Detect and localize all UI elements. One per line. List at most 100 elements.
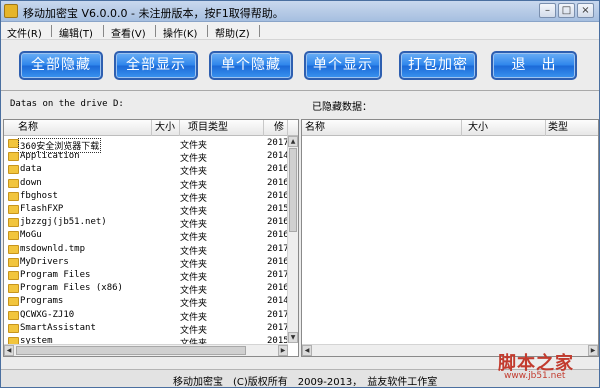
hide-all-button[interactable]: 全部隐藏: [19, 51, 103, 80]
file-row[interactable]: Program Files 文件夹 2017-: [4, 269, 294, 283]
hidden-column-type[interactable]: 类型: [546, 120, 598, 136]
menu-separator: [155, 25, 156, 37]
file-name: FlashFXP: [20, 204, 64, 214]
window-title: 移动加密宝 V6.0.0.0 - 未注册版本，按F1取得帮助。: [23, 7, 284, 20]
file-name: Program Files: [20, 270, 91, 280]
folder-icon: [8, 257, 19, 267]
watermark-url: www.jb51.net: [504, 371, 566, 381]
file-row[interactable]: Program Files (x86) 文件夹 2016-: [4, 282, 294, 297]
file-name: Program Files (x86): [20, 283, 123, 294]
exit-button[interactable]: 退 出: [491, 51, 577, 80]
file-row[interactable]: down 文件夹 2016-: [4, 177, 294, 191]
file-type: 文件夹: [180, 220, 208, 231]
menu-edit[interactable]: 编辑(T): [59, 25, 93, 40]
file-row[interactable]: Programs 文件夹 2014-: [4, 295, 294, 310]
menu-separator: [207, 25, 208, 37]
file-type: 文件夹: [180, 273, 208, 283]
menu-separator: [51, 25, 52, 37]
file-name: MoGu: [20, 230, 42, 241]
file-row[interactable]: FlashFXP 文件夹 2015-: [4, 203, 294, 217]
file-type: 文件夹: [180, 299, 208, 310]
hidden-column-name[interactable]: 名称: [302, 120, 462, 136]
file-type: 文件夹: [180, 180, 208, 191]
scroll-up-arrow-icon[interactable]: ▲: [288, 136, 298, 147]
toolbar-divider: [1, 90, 599, 91]
file-type: 文件夹: [180, 193, 208, 204]
folder-icon: [8, 244, 19, 254]
file-list-vertical-scrollbar[interactable]: ▲ ▼: [287, 136, 298, 343]
hidden-column-size[interactable]: 大小: [462, 120, 546, 136]
file-type: 文件夹: [180, 154, 208, 165]
file-type: 文件夹: [180, 325, 208, 336]
title-bar[interactable]: 移动加密宝 V6.0.0.0 - 未注册版本，按F1取得帮助。 – □ ×: [1, 1, 599, 22]
folder-icon: [8, 205, 19, 214]
folder-icon: [8, 218, 19, 228]
scroll-left-arrow-icon[interactable]: ◀: [4, 345, 14, 356]
site-watermark: 脚本之家 www.jb51.net: [496, 349, 596, 385]
scroll-thumb[interactable]: [289, 148, 297, 232]
hide-single-button[interactable]: 单个隐藏: [209, 51, 293, 80]
show-single-button[interactable]: 单个显示: [304, 51, 382, 80]
folder-icon: [8, 165, 19, 175]
file-row[interactable]: Application 文件夹 2014-: [4, 150, 294, 165]
file-row[interactable]: QCWXG-ZJ10 文件夹 2017-: [4, 309, 294, 323]
status-text: 移动加密宝 (C)版权所有 2009-2013， 益友软件工作室: [173, 377, 438, 388]
scroll-right-arrow-icon[interactable]: ▶: [278, 345, 288, 356]
hidden-data-list[interactable]: 名称 大小 类型 ◀ ▶: [301, 119, 599, 357]
file-type: 文件夹: [180, 233, 208, 244]
folder-icon: [8, 231, 19, 241]
file-row[interactable]: MoGu 文件夹 2016-: [4, 229, 294, 244]
file-type: 文件夹: [180, 207, 208, 217]
menu-operate[interactable]: 操作(K): [163, 25, 197, 40]
menu-file[interactable]: 文件(R): [7, 25, 42, 40]
file-list-header: 名称 大小 项目类型 修: [4, 120, 298, 136]
folder-icon: [8, 297, 19, 307]
horizontal-scroll-thumb[interactable]: [16, 346, 246, 355]
folder-icon: [8, 271, 19, 280]
app-window: 移动加密宝 V6.0.0.0 - 未注册版本，按F1取得帮助。 – □ × 文件…: [0, 0, 600, 388]
pack-encrypt-button[interactable]: 打包加密: [399, 51, 477, 80]
file-type: 文件夹: [180, 141, 208, 151]
file-name: SmartAssistant: [20, 322, 96, 333]
file-name: Application: [20, 151, 80, 162]
drive-label: Datas on the drive D:: [10, 99, 124, 109]
file-row[interactable]: fbghost 文件夹 2016-: [4, 190, 294, 204]
column-name[interactable]: 名称: [4, 120, 152, 136]
file-name: QCWXG-ZJ10: [20, 309, 75, 320]
file-name: msdownld.tmp: [20, 243, 86, 254]
file-name: down: [20, 177, 42, 188]
file-name: fbghost: [20, 190, 58, 201]
menu-separator: [103, 25, 104, 37]
column-type[interactable]: 项目类型: [180, 120, 264, 136]
hidden-data-label: 已隐藏数据：: [312, 102, 372, 113]
column-modified[interactable]: 修: [264, 120, 288, 136]
file-row[interactable]: MyDrivers 文件夹 2016-: [4, 256, 294, 270]
file-row[interactable]: msdownld.tmp 文件夹 2017-: [4, 243, 294, 257]
file-row[interactable]: 360安全浏览器下载 文件夹 2017-: [4, 137, 294, 153]
file-type: 文件夹: [180, 246, 208, 257]
file-name: Programs: [20, 296, 64, 307]
scroll-left-arrow-icon[interactable]: ◀: [302, 345, 312, 356]
file-type: 文件夹: [180, 259, 208, 270]
menu-separator: [259, 25, 260, 37]
file-list[interactable]: 名称 大小 项目类型 修 360安全浏览器下载 文件夹 2017- Applicati…: [3, 119, 299, 357]
menu-help[interactable]: 帮助(Z): [215, 25, 250, 40]
file-type: 文件夹: [180, 312, 208, 323]
file-name: MyDrivers: [20, 256, 69, 267]
file-row[interactable]: SmartAssistant 文件夹 2017-: [4, 322, 294, 336]
folder-icon: [8, 191, 19, 201]
file-name: jbzzgj(jb51.net): [20, 217, 107, 228]
file-list-horizontal-scrollbar[interactable]: ◀ ▶: [4, 344, 288, 356]
scroll-down-arrow-icon[interactable]: ▼: [288, 332, 298, 343]
show-all-button[interactable]: 全部显示: [114, 51, 198, 80]
file-row[interactable]: jbzzgj(jb51.net) 文件夹 2016-: [4, 216, 294, 231]
close-button[interactable]: ×: [577, 3, 594, 18]
menu-view[interactable]: 查看(V): [111, 25, 146, 40]
file-row[interactable]: data 文件夹 2016-: [4, 163, 294, 177]
restore-button[interactable]: □: [558, 3, 575, 18]
folder-icon: [8, 178, 19, 188]
minimize-button[interactable]: –: [539, 3, 556, 18]
file-name: data: [20, 164, 42, 175]
column-size[interactable]: 大小: [152, 120, 180, 136]
file-type: 文件夹: [180, 286, 208, 297]
